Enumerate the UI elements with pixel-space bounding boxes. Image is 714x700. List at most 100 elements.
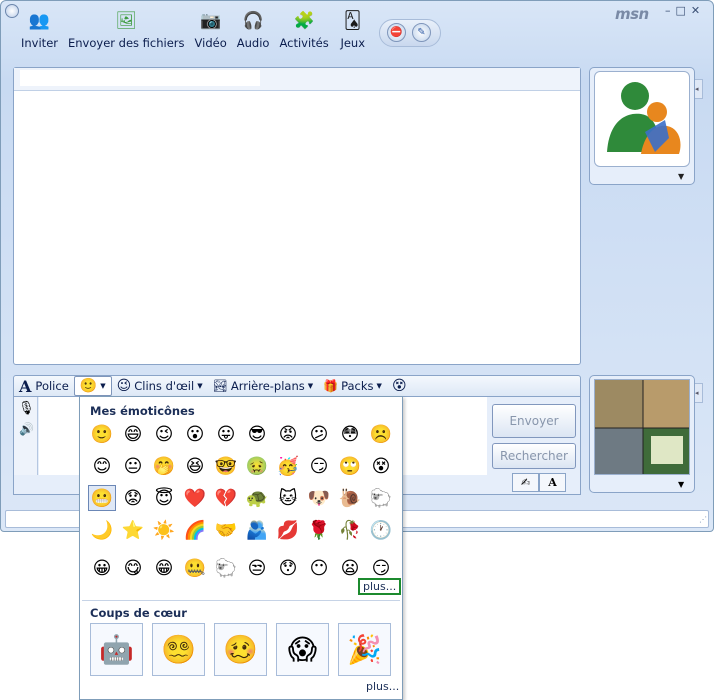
toolbar-activities-button[interactable]: 🧩 Activités <box>279 7 328 50</box>
winks-button[interactable]: 😉 Clins d'œil ▼ <box>112 376 208 396</box>
emoticon-cell[interactable]: 🤢 <box>243 453 271 479</box>
emoticon-cell[interactable]: 😆 <box>181 453 209 479</box>
favorite-emoticon[interactable]: 🥴 <box>214 623 267 676</box>
emoticon-cell[interactable]: 😟 <box>119 485 147 511</box>
toolbar-cards-button[interactable]: 🂡 Jeux <box>339 7 367 50</box>
emoticon-cell[interactable]: ❤️ <box>181 485 209 511</box>
toolbar-label: Activités <box>279 36 329 50</box>
favorite-emoticon[interactable]: 🎉 <box>338 623 391 676</box>
emoticon-cell[interactable]: 🌙 <box>88 517 116 543</box>
text-mode-icon[interactable]: A <box>539 473 566 492</box>
emoticon-cell[interactable]: ⭐ <box>119 517 147 543</box>
toolbar-people-button[interactable]: 👥 Inviter <box>21 7 58 50</box>
emoticon-cell[interactable]: 😯 <box>274 555 302 581</box>
main-toolbar: 👥 Inviter 🖼 Envoyer des fichiers 📷 Vidéo 🎧 Audi… <box>21 7 377 50</box>
emoticon-cell[interactable]: 😉 <box>150 421 178 447</box>
favorite-emoticon[interactable]: 😱 <box>276 623 329 676</box>
emoticon-cell[interactable]: 😊 <box>88 453 116 479</box>
voice-clip-icon[interactable]: 🎙 <box>18 401 37 416</box>
emoticon-cell[interactable]: 😇 <box>150 485 178 511</box>
emoticon-cell[interactable]: 🥳 <box>274 453 302 479</box>
collapse-tab-icon[interactable]: ◂ <box>695 383 703 403</box>
emoticon-cell[interactable]: 🥀 <box>336 517 364 543</box>
block-icon[interactable]: ⛔ <box>387 23 406 42</box>
emoticon-cell[interactable]: 🤐 <box>181 555 209 581</box>
emoticon-cell[interactable]: 🐑 <box>212 555 240 581</box>
emoticon-cell[interactable]: 🌹 <box>305 517 333 543</box>
emoticon-cell[interactable]: 😒 <box>243 555 271 581</box>
favorite-emoticon[interactable]: 😵‍💫 <box>152 623 205 676</box>
more-emoticons-link[interactable]: plus... <box>358 578 402 595</box>
my-display-picture[interactable]: ▼ <box>589 375 695 493</box>
packs-button[interactable]: 🎁 Packs ▼ <box>318 376 387 396</box>
wink-icon: 😉 <box>116 378 132 394</box>
emoticon-cell[interactable]: 🤝 <box>212 517 240 543</box>
speaker-icon[interactable]: 🔊 <box>19 422 37 436</box>
close-button[interactable]: ✕ <box>691 4 700 17</box>
more-favorites-link[interactable]: plus... <box>366 680 399 693</box>
backgrounds-label: Arrière-plans <box>230 379 305 393</box>
collapse-tab-icon[interactable]: ◂ <box>695 79 703 99</box>
conversation-history[interactable] <box>13 67 581 365</box>
emoticon-cell[interactable]: 😎 <box>243 421 271 447</box>
emoticon-picker: Mes émoticônes 🙂 😄 😉 😮 😛 😎 😡 😕 😳 ☹️ 😊 😐 🤭 😆 🤓 🤢 🥳 😏 🙄 😵 😬 😟 😇 ❤… <box>79 396 403 700</box>
nudge-button[interactable]: 😵 <box>387 376 412 396</box>
font-button[interactable]: A Police <box>14 376 74 396</box>
emoticon-cell[interactable]: 😕 <box>305 421 333 447</box>
emoticon-grid: 🙂 😄 😉 😮 😛 😎 😡 😕 😳 ☹️ 😊 😐 🤭 😆 🤓 🤢 🥳 😏 🙄 😵 😬 😟 😇 ❤️ 💔 🐢 🐱 🐶 🐌 🐑 🌙 ⭐ ☀️ 🌈 🤝 🫂 💋… <box>88 421 398 581</box>
maximize-button[interactable]: □ <box>676 4 686 17</box>
minimize-button[interactable]: – <box>665 4 671 17</box>
emoticon-cell[interactable]: 😄 <box>119 421 147 447</box>
emoticon-cell[interactable]: 😡 <box>274 421 302 447</box>
emoticon-cell[interactable]: 🤭 <box>150 453 178 479</box>
emoticon-cell[interactable]: 😐 <box>119 453 147 479</box>
toolbar-webcam-button[interactable]: 📷 Vidéo <box>195 7 227 50</box>
emoticon-cell[interactable]: 🐶 <box>305 485 333 511</box>
emoticon-cell[interactable]: 💋 <box>274 517 302 543</box>
backgrounds-button[interactable]: 🏞 Arrière-plans ▼ <box>208 376 319 396</box>
emoticon-cell[interactable]: 😵 <box>367 453 395 479</box>
folder-photo-icon: 🖼 <box>115 11 138 31</box>
emoticon-cell[interactable]: 🐌 <box>336 485 364 511</box>
emoticon-cell[interactable]: 🫂 <box>243 517 271 543</box>
emoticon-cell[interactable]: 🐢 <box>243 485 271 511</box>
system-menu-icon[interactable] <box>5 4 19 18</box>
emoticon-cell[interactable]: 😳 <box>336 421 364 447</box>
emoticon-cell[interactable]: 😶 <box>305 555 333 581</box>
chevron-down-icon[interactable]: ▼ <box>678 172 684 181</box>
emoticon-cell[interactable]: 🐑 <box>367 485 395 511</box>
pen-icon[interactable]: ✎ <box>412 23 431 42</box>
msn-buddy-avatar <box>594 71 690 167</box>
emoticon-cell[interactable]: 🤓 <box>212 453 240 479</box>
resize-grip-icon[interactable]: ⋰ <box>699 515 707 524</box>
emoticon-cell[interactable]: ☀️ <box>150 517 178 543</box>
favorite-emoticon[interactable]: 🤖 <box>90 623 143 676</box>
gift-icon: 🎁 <box>323 379 339 393</box>
toolbar-folder-photo-button[interactable]: 🖼 Envoyer des fichiers <box>68 7 185 50</box>
emoticon-cell[interactable]: ☹️ <box>367 421 395 447</box>
emoticon-cell[interactable]: 😬 <box>88 485 116 511</box>
contact-display-picture[interactable]: ▼ <box>589 67 695 185</box>
emoticon-cell[interactable]: 😛 <box>212 421 240 447</box>
emoticon-cell[interactable]: 😀 <box>88 555 116 581</box>
emoticon-cell[interactable]: 🕐 <box>367 517 395 543</box>
emoticon-cell[interactable]: 😁 <box>150 555 178 581</box>
emoticon-cell[interactable]: 😋 <box>119 555 147 581</box>
handwriting-mode-icon[interactable]: ✍ <box>512 473 539 492</box>
emoticon-cell[interactable]: 🙄 <box>336 453 364 479</box>
emoticon-cell[interactable]: 🙂 <box>88 421 116 447</box>
emoticon-cell[interactable]: 😮 <box>181 421 209 447</box>
people-icon: 👥 <box>28 11 51 31</box>
emoticon-cell[interactable]: 🌈 <box>181 517 209 543</box>
window-controls: – □ ✕ <box>665 4 700 17</box>
font-label: Police <box>35 379 69 393</box>
toolbar-label: Envoyer des fichiers <box>68 36 185 50</box>
emoticon-cell[interactable]: 🐱 <box>274 485 302 511</box>
emoticon-cell[interactable]: 💔 <box>212 485 240 511</box>
toolbar-headset-button[interactable]: 🎧 Audio <box>237 7 270 50</box>
search-button[interactable]: Rechercher <box>492 443 576 469</box>
emoticon-cell[interactable]: 😏 <box>305 453 333 479</box>
chevron-down-icon[interactable]: ▼ <box>678 480 684 489</box>
emoticon-button[interactable]: 🙂 ▼ <box>73 376 112 396</box>
send-button[interactable]: Envoyer <box>492 404 576 438</box>
